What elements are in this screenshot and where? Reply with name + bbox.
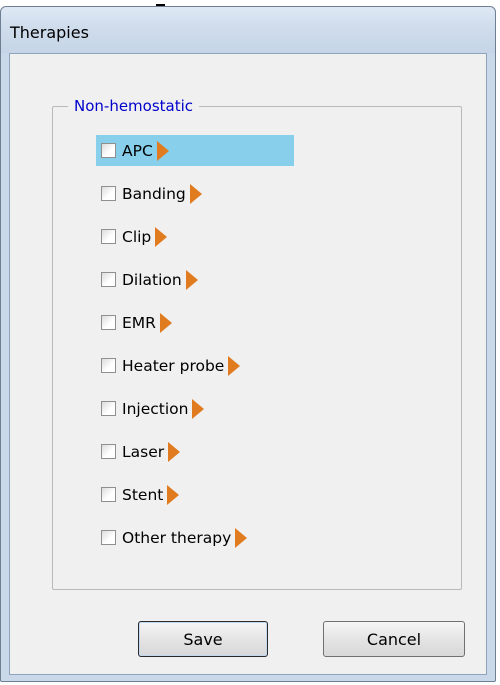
therapy-item-heater-probe[interactable]: Heater probe <box>96 350 241 381</box>
therapy-item-dilation[interactable]: Dilation <box>96 264 198 295</box>
dialog-body: Non-hemostatic APC Banding Clip Dilation <box>9 53 487 675</box>
therapy-item-label: Other therapy <box>122 528 232 547</box>
therapy-item-label: EMR <box>122 313 156 332</box>
triangle-right-icon[interactable] <box>167 484 180 505</box>
triangle-right-icon[interactable] <box>235 527 248 548</box>
triangle-right-icon[interactable] <box>189 183 202 204</box>
checkbox-icon[interactable] <box>101 186 116 201</box>
checkbox-icon[interactable] <box>101 229 116 244</box>
therapy-item-label: Laser <box>122 442 165 461</box>
triangle-right-icon[interactable] <box>185 269 198 290</box>
checkbox-icon[interactable] <box>101 444 116 459</box>
therapy-item-label: Banding <box>122 184 186 203</box>
therapy-item-label: Injection <box>122 399 189 418</box>
therapy-item-emr[interactable]: EMR <box>96 307 172 338</box>
checkbox-icon[interactable] <box>101 487 116 502</box>
triangle-right-icon[interactable] <box>192 398 205 419</box>
therapy-item-label: Dilation <box>122 270 182 289</box>
therapy-item-injection[interactable]: Injection <box>96 393 205 424</box>
checkbox-icon[interactable] <box>101 315 116 330</box>
triangle-right-icon[interactable] <box>159 312 172 333</box>
triangle-right-icon[interactable] <box>228 355 241 376</box>
therapy-item-label: APC <box>122 141 153 160</box>
groupbox-legend: Non-hemostatic <box>68 96 200 116</box>
checkbox-icon[interactable] <box>101 358 116 373</box>
checkbox-icon[interactable] <box>101 401 116 416</box>
therapy-item-label: Stent <box>122 485 164 504</box>
cancel-button[interactable]: Cancel <box>323 621 465 657</box>
therapy-item-label: Clip <box>122 227 152 246</box>
title-bar[interactable]: Therapies <box>1 7 495 53</box>
triangle-right-icon[interactable] <box>155 226 168 247</box>
therapy-item-banding[interactable]: Banding <box>96 178 202 209</box>
therapy-item-clip[interactable]: Clip <box>96 221 168 252</box>
save-button[interactable]: Save <box>138 621 268 657</box>
therapy-item-other-therapy[interactable]: Other therapy <box>96 522 248 553</box>
checkbox-icon[interactable] <box>101 272 116 287</box>
therapy-item-stent[interactable]: Stent <box>96 479 180 510</box>
therapies-dialog: Therapies Non-hemostatic APC Banding Cli… <box>0 6 496 682</box>
therapy-item-label: Heater probe <box>122 356 225 375</box>
checkbox-icon[interactable] <box>101 530 116 545</box>
therapy-item-apc[interactable]: APC <box>96 135 294 166</box>
window-title: Therapies <box>10 23 89 42</box>
therapy-item-laser[interactable]: Laser <box>96 436 181 467</box>
checkbox-icon[interactable] <box>101 143 116 158</box>
non-hemostatic-groupbox: Non-hemostatic APC Banding Clip Dilation <box>52 96 462 590</box>
triangle-right-icon[interactable] <box>168 441 181 462</box>
triangle-right-icon[interactable] <box>156 140 169 161</box>
